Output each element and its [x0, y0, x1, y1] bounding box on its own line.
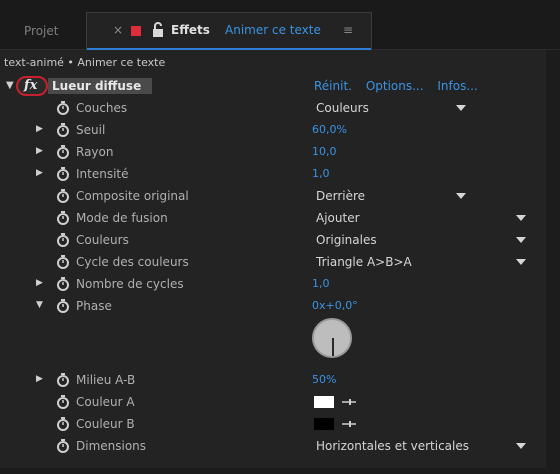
property-label: Milieu A-B — [76, 373, 136, 387]
property-label: Seuil — [76, 123, 106, 137]
phase-angle-dial[interactable] — [312, 318, 352, 358]
effect-header[interactable]: ▼ fx Lueur diffuse Réinit. Options... In… — [2, 76, 544, 96]
stopwatch-icon[interactable] — [56, 232, 70, 248]
tab-project[interactable]: Projet — [24, 24, 58, 38]
property-label: Couches — [76, 101, 128, 115]
property-label: Rayon — [76, 145, 114, 159]
property-label: Dimensions — [76, 439, 147, 453]
stopwatch-icon[interactable] — [56, 394, 70, 410]
stopwatch-icon[interactable] — [56, 416, 70, 432]
breadcrumb: text-animé • Animer ce texte — [4, 56, 166, 69]
property-label: Cycle des couleurs — [76, 255, 189, 269]
stopwatch-icon[interactable] — [56, 122, 70, 138]
stopwatch-icon[interactable] — [56, 166, 70, 182]
chevron-down-icon — [516, 259, 526, 265]
property-row-dimensions: Dimensions Horizontales et verticales — [0, 435, 544, 457]
property-row-phase: ▼ Phase 0x+0,0° — [0, 295, 544, 317]
eyedropper-icon[interactable] — [342, 397, 356, 407]
panel-scrollbar[interactable] — [546, 50, 560, 474]
collapse-triangle-icon[interactable]: ▼ — [36, 300, 43, 310]
chevron-down-icon — [516, 215, 526, 221]
effect-name[interactable]: Lueur diffuse — [48, 78, 152, 94]
active-tab-indicator — [87, 48, 371, 50]
property-row-milieu-a-b: ▶ Milieu A-B 50% — [0, 369, 544, 391]
property-label: Intensité — [76, 167, 129, 181]
stopwatch-icon[interactable] — [56, 254, 70, 270]
property-label: Phase — [76, 299, 112, 313]
property-row-couleur-a: Couleur A — [0, 391, 544, 413]
lock-icon[interactable] — [151, 22, 165, 38]
eyedropper-icon[interactable] — [342, 419, 356, 429]
stopwatch-icon[interactable] — [56, 210, 70, 226]
effect-links: Réinit. Options... Infos... — [314, 79, 488, 93]
stopwatch-icon[interactable] — [56, 188, 70, 204]
expand-triangle-icon[interactable]: ▶ — [36, 146, 43, 156]
close-tab-icon[interactable]: × — [113, 23, 123, 37]
color-swatch-b[interactable] — [314, 418, 334, 430]
stopwatch-icon[interactable] — [56, 438, 70, 454]
expand-triangle-icon[interactable]: ▶ — [36, 278, 43, 288]
property-label: Nombre de cycles — [76, 277, 184, 291]
expand-triangle-icon[interactable]: ▶ — [36, 168, 43, 178]
tab-effect-controls[interactable]: × Effets Animer ce texte ≡ — [86, 12, 372, 50]
property-row-rayon: ▶ Rayon 10,0 — [0, 141, 544, 163]
property-row-mode-de-fusion: Mode de fusion Ajouter — [0, 207, 544, 229]
fx-toggle-icon[interactable]: fx — [16, 76, 48, 96]
stopwatch-icon[interactable] — [56, 298, 70, 314]
label-color-swatch — [131, 26, 141, 36]
color-swatch-a[interactable] — [314, 396, 334, 408]
reset-link[interactable]: Réinit. — [314, 79, 352, 93]
property-label: Couleur B — [76, 417, 135, 431]
colors-dropdown[interactable]: Originales — [306, 231, 532, 249]
property-row-couleurs: Couleurs Originales — [0, 229, 544, 251]
stopwatch-icon[interactable] — [56, 372, 70, 388]
phase-value[interactable]: 0x+0,0° — [312, 299, 358, 312]
panel-menu-icon[interactable]: ≡ — [343, 23, 353, 37]
property-label: Mode de fusion — [76, 211, 168, 225]
cycles-value[interactable]: 1,0 — [312, 277, 330, 290]
tab-effects-label: Effets — [171, 23, 210, 37]
property-row-nombre-de-cycles: ▶ Nombre de cycles 1,0 — [0, 273, 544, 295]
about-link[interactable]: Infos... — [437, 79, 477, 93]
blend-mode-dropdown[interactable]: Ajouter — [306, 209, 532, 227]
expand-triangle-icon[interactable]: ▶ — [36, 124, 43, 134]
effects-panel: Projet × Effets Animer ce texte ≡ text-a… — [0, 0, 560, 474]
dial-needle — [332, 338, 334, 356]
property-label: Couleur A — [76, 395, 135, 409]
chevron-down-icon — [516, 237, 526, 243]
threshold-value[interactable]: 60,0% — [312, 123, 347, 136]
tab-layer-name: Animer ce texte — [225, 23, 321, 37]
expand-triangle-icon[interactable]: ▶ — [36, 374, 43, 384]
property-row-intensite: ▶ Intensité 1,0 — [0, 163, 544, 185]
options-link[interactable]: Options... — [366, 79, 424, 93]
color-cycle-dropdown[interactable]: Triangle A>B>A — [306, 253, 532, 271]
stopwatch-icon[interactable] — [56, 276, 70, 292]
chevron-down-icon — [516, 443, 526, 449]
intensity-value[interactable]: 1,0 — [312, 167, 330, 180]
property-row-couches: Couches Couleurs — [0, 97, 544, 119]
composite-dropdown[interactable]: Derrière — [306, 187, 472, 205]
dimensions-dropdown[interactable]: Horizontales et verticales — [306, 437, 532, 455]
chevron-down-icon — [456, 105, 466, 111]
property-label: Composite original — [76, 189, 189, 203]
panel-bottom-edge — [0, 468, 546, 474]
property-row-cycle-des-couleurs: Cycle des couleurs Triangle A>B>A — [0, 251, 544, 273]
chevron-down-icon — [456, 193, 466, 199]
property-row-composite-original: Composite original Derrière — [0, 185, 544, 207]
collapse-triangle-icon[interactable]: ▼ — [6, 80, 14, 91]
panel-tab-bar: Projet × Effets Animer ce texte ≡ — [0, 0, 560, 50]
radius-value[interactable]: 10,0 — [312, 145, 337, 158]
layers-dropdown[interactable]: Couleurs — [306, 99, 472, 117]
midpoint-value[interactable]: 50% — [312, 373, 336, 386]
property-label: Couleurs — [76, 233, 129, 247]
property-row-couleur-b: Couleur B — [0, 413, 544, 435]
property-row-seuil: ▶ Seuil 60,0% — [0, 119, 544, 141]
stopwatch-icon[interactable] — [56, 100, 70, 116]
stopwatch-icon[interactable] — [56, 144, 70, 160]
